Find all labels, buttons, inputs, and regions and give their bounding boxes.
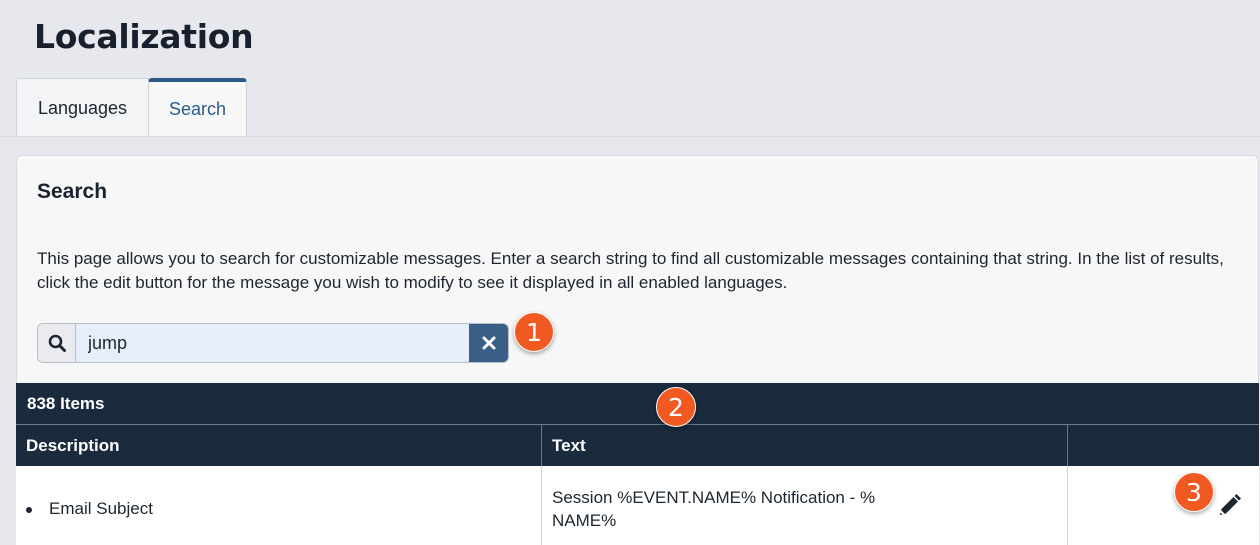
pencil-icon <box>1220 494 1241 515</box>
column-header-text: Text <box>541 425 1067 466</box>
edit-button[interactable] <box>1213 490 1245 522</box>
panel-description: This page allows you to search for custo… <box>37 249 1224 292</box>
page-title: Localization <box>34 17 254 56</box>
column-header-actions <box>1067 425 1259 466</box>
tab-search[interactable]: Search <box>148 78 247 137</box>
search-group <box>37 323 509 363</box>
description-cell: Email Subject <box>16 466 541 545</box>
tab-divider <box>0 136 1260 137</box>
callout-badge-2: 2 <box>656 387 696 427</box>
callout-badge-1: 1 <box>514 312 554 352</box>
text-cell-wrapper: Session %EVENT.NAME% Notification - % NA… <box>541 466 1067 545</box>
clear-search-button[interactable] <box>469 324 508 362</box>
panel-title: Search <box>37 180 108 203</box>
tab-bar: Languages Search <box>16 78 247 137</box>
column-header-description: Description <box>26 435 120 455</box>
action-cell <box>1067 466 1259 545</box>
table-row: Email Subject Session %EVENT.NAME% Notif… <box>16 466 1259 545</box>
table-header: Description Text <box>16 425 1259 466</box>
callout-badge-3: 3 <box>1174 472 1214 512</box>
tab-languages[interactable]: Languages <box>16 78 149 137</box>
close-icon <box>482 336 495 350</box>
search-icon <box>38 324 76 362</box>
bullet <box>26 507 32 513</box>
results-count: 838 Items <box>16 383 1259 425</box>
text-cell: Session %EVENT.NAME% Notification - % NA… <box>552 488 876 530</box>
description-text: Email Subject <box>49 499 153 518</box>
results-table: 838 Items Description Text Email Subject… <box>16 383 1259 545</box>
search-input[interactable] <box>76 324 469 362</box>
